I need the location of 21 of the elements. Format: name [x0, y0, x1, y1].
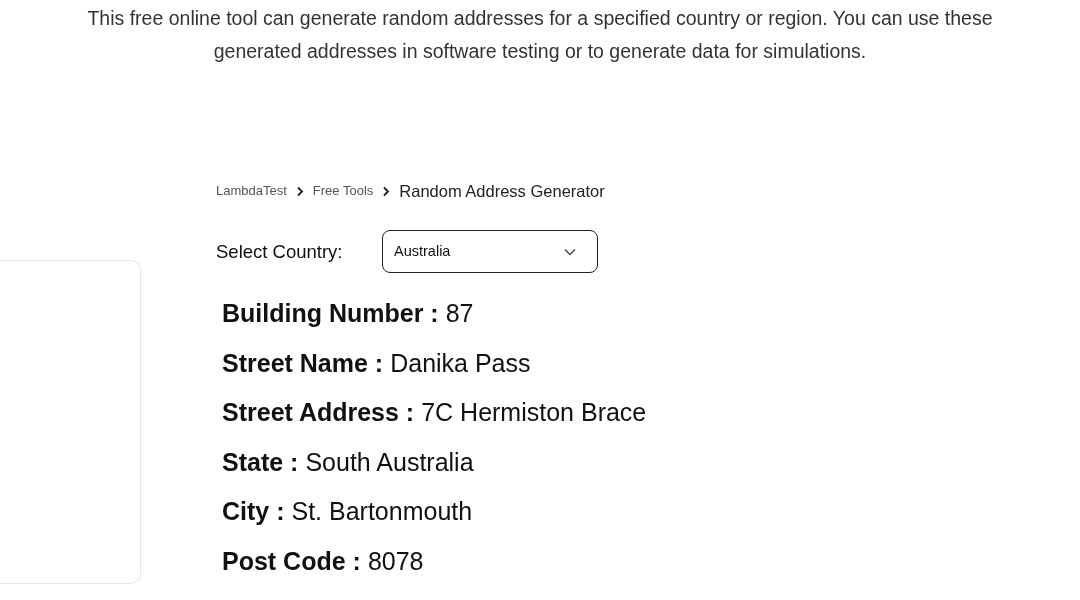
field-value: Danika Pass [390, 347, 531, 379]
chevron-right-icon [382, 185, 391, 197]
field-label: State : [222, 446, 299, 478]
field-label: Building Number : [222, 298, 439, 330]
field-label: Post Code : [222, 546, 361, 577]
field-label: City : [222, 496, 285, 528]
field-label: Street Address : [222, 397, 415, 429]
breadcrumb-link[interactable]: Free Tools [312, 181, 374, 201]
field-value: St. Bartonmouth [291, 496, 473, 528]
breadcrumb-link[interactable]: Random Address Generator [399, 178, 605, 204]
select-label: Select Country: [216, 239, 344, 264]
field-value: South Australia [305, 446, 474, 478]
intro-text: This free online tool can generate random addresses for a specified country or region. You can use these generated addresses in software testing or to generate data for simulations. [86, 6, 994, 64]
field-value: 8078 [367, 546, 424, 577]
field-label: Street Name : [222, 347, 384, 379]
field-value: 87 [445, 298, 474, 330]
chevron-down-icon [564, 247, 576, 256]
chevron-right-icon [295, 185, 304, 197]
field-value: 7C Hermiston Brace [421, 397, 647, 429]
country-select[interactable]: Australia [382, 230, 598, 273]
breadcrumb-link[interactable]: LambdaTest [216, 181, 287, 201]
